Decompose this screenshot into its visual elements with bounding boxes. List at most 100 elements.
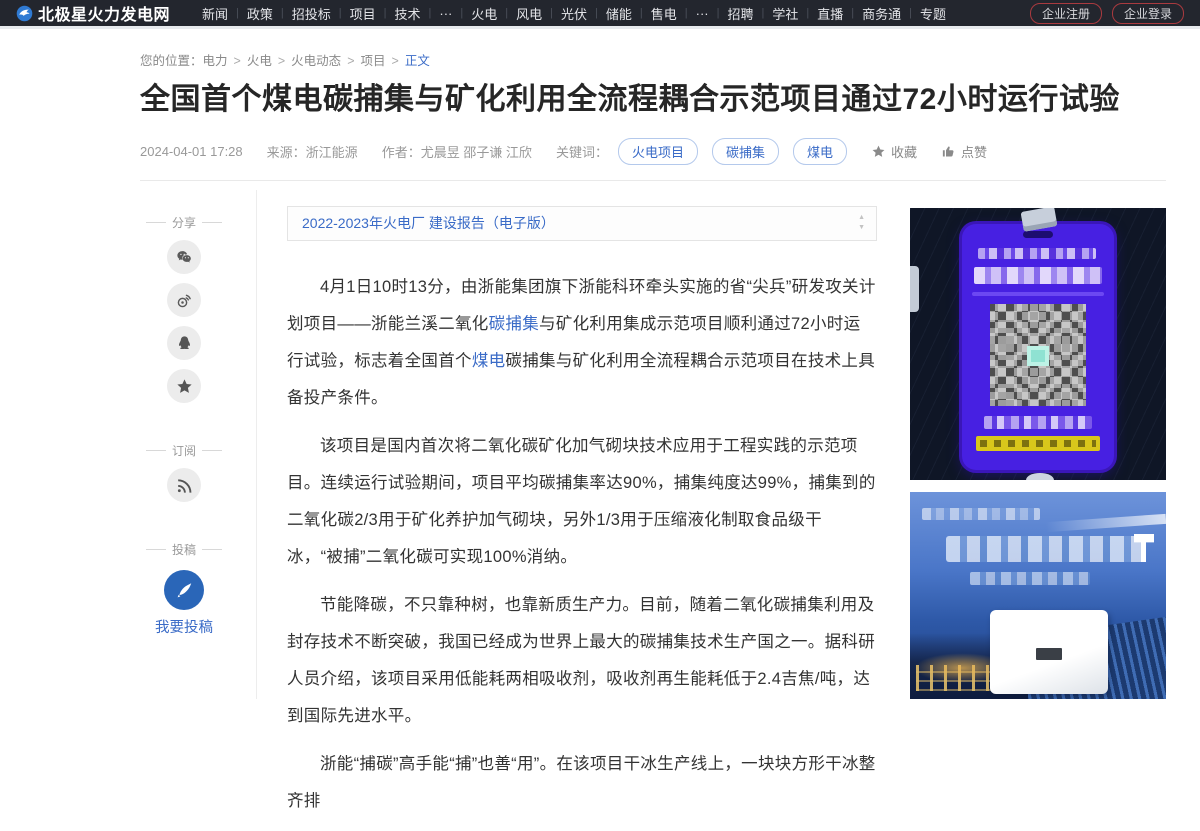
solar-inverter-banner[interactable]	[910, 492, 1166, 699]
main-nav: 新闻|政策|招投标|项目|技术|···|火电|风电|光伏|储能|售电|···|招…	[194, 4, 1022, 23]
banner-side-tab-graphic	[910, 266, 919, 312]
article-paragraph: 节能降碳，不只靠种树，也靠新质生产力。目前，随着二氧化碳捕集利用及封存技术不断突…	[287, 587, 877, 735]
qzone-star-icon	[175, 377, 194, 396]
nav-item-8[interactable]: 光伏	[553, 4, 595, 23]
dash-line	[202, 222, 222, 223]
keyword-tag[interactable]: 碳捕集	[712, 138, 779, 165]
article-paragraph: 该项目是国内首次将二氧化碳矿化加气砌块技术应用于工程实践的示范项目。连续运行试验…	[287, 428, 877, 576]
rail-divider	[256, 190, 257, 699]
collect-button[interactable]: 收藏	[871, 142, 917, 161]
pen-icon	[173, 579, 195, 601]
nav-item-15[interactable]: 商务通	[854, 4, 909, 23]
like-button[interactable]: 点赞	[941, 142, 987, 161]
keyword-tag[interactable]: 煤电	[793, 138, 847, 165]
inline-link[interactable]: 煤电	[472, 352, 506, 370]
inline-link[interactable]: 碳捕集	[489, 315, 539, 333]
rail-gap	[140, 511, 228, 533]
breadcrumb-link[interactable]: 项目	[361, 54, 386, 68]
breadcrumb-separator: >	[392, 54, 399, 68]
nav-item-0[interactable]: 新闻	[194, 4, 236, 23]
article-body: 4月1日10时13分，由浙能集团旗下浙能科环牵头实施的省“尖兵”研发攻关计划项目…	[287, 269, 877, 820]
ticker-down-icon[interactable]: ▼	[858, 223, 865, 233]
ticker-up-icon[interactable]: ▲	[858, 213, 865, 223]
dash-line	[202, 450, 222, 451]
breadcrumb-link[interactable]: 电力	[203, 54, 228, 68]
login-button[interactable]: 企业登录	[1112, 3, 1184, 24]
nav-item-6[interactable]: 火电	[463, 4, 505, 23]
site-logo[interactable]: 北极星火力发电网	[16, 1, 170, 25]
breadcrumb: 您的位置：电力>火电>火电动态>项目>正文	[140, 50, 430, 69]
nav-item-9[interactable]: 储能	[598, 4, 640, 23]
breadcrumb-link[interactable]: 火电动态	[291, 54, 341, 68]
dash-line	[146, 549, 166, 550]
rail-section-label: 投稿	[146, 541, 222, 558]
banner-bottom-tab-graphic	[1026, 473, 1054, 480]
inverter-device-graphic	[990, 610, 1108, 694]
keyword-tag[interactable]: 火电项目	[618, 138, 698, 165]
submit-article-link[interactable]: 我要投稿	[140, 616, 228, 637]
lanyard-qr-badge-banner[interactable]	[910, 208, 1166, 480]
dash-line	[146, 450, 166, 451]
breadcrumb-separator: >	[347, 54, 354, 68]
article-meta: 2024-04-01 17:28 来源：浙江能源 作者：尤晨昱 邵子谦 江欣 关…	[140, 138, 1011, 165]
pen-share-button[interactable]	[164, 570, 204, 610]
badge-card-graphic	[962, 224, 1114, 470]
auth-buttons: 企业注册 企业登录	[1030, 3, 1184, 24]
qzone-star-share-button[interactable]	[167, 369, 201, 403]
top-navigation-bar: 北极星火力发电网 新闻|政策|招投标|项目|技术|···|火电|风电|光伏|储能…	[0, 0, 1200, 26]
nav-item-13[interactable]: 学社	[764, 4, 806, 23]
nav-item-16[interactable]: 专题	[912, 4, 954, 23]
nav-item-11[interactable]: ···	[688, 6, 717, 21]
pixelated-text-row	[984, 416, 1092, 429]
pixelated-text-row	[978, 248, 1096, 259]
rail-gap	[140, 412, 228, 434]
weibo-icon	[175, 291, 194, 310]
polar-star-logo-icon	[16, 5, 33, 22]
nav-item-10[interactable]: 售电	[643, 4, 685, 23]
nav-item-1[interactable]: 政策	[239, 4, 281, 23]
nav-item-7[interactable]: 风电	[508, 4, 550, 23]
breadcrumb-separator: >	[278, 54, 285, 68]
badge-divider-graphic	[972, 292, 1104, 296]
qq-share-button[interactable]	[167, 326, 201, 360]
page-title: 全国首个煤电碳捕集与矿化利用全流程耦合示范项目通过72小时运行试验	[140, 82, 1155, 118]
breadcrumb-link[interactable]: 火电	[247, 54, 272, 68]
rail-section-label: 分享	[146, 214, 222, 231]
paragraph-text: 该项目是国内首次将二氧化碳矿化加气砌块技术应用于工程实践的示范项目。连续运行试验…	[287, 437, 876, 566]
dash-line	[202, 549, 222, 550]
site-name: 北极星火力发电网	[38, 1, 170, 25]
pixelated-text-row	[970, 572, 1090, 585]
source: 来源：浙江能源	[267, 142, 358, 161]
rss-share-button[interactable]	[167, 468, 201, 502]
nav-item-3[interactable]: 项目	[342, 4, 384, 23]
report-ticker-link[interactable]: 2022-2023年火电厂 建设报告（电子版）	[302, 215, 555, 231]
topbar-shadow-strip	[0, 26, 1200, 29]
nav-item-5[interactable]: ···	[431, 6, 460, 21]
ticker-scroll-arrows[interactable]: ▲ ▼	[858, 213, 865, 233]
dash-line	[146, 222, 166, 223]
paragraph-text: 节能降碳，不只靠种树，也靠新质生产力。目前，随着二氧化碳捕集利用及封存技术不断突…	[287, 596, 875, 725]
publish-date: 2024-04-01 17:28	[140, 144, 243, 159]
pixelated-headline-row	[946, 536, 1146, 562]
pixelated-text-row	[922, 508, 1040, 520]
paragraph-text: 浙能“捕碳”高手能“捕”也善“用”。在该项目干冰生产线上，一块块方形干冰整齐排	[287, 755, 876, 810]
star-icon	[871, 144, 886, 159]
nav-item-14[interactable]: 直播	[809, 4, 851, 23]
nav-item-12[interactable]: 招聘	[719, 4, 761, 23]
qr-code-graphic	[990, 304, 1086, 406]
wechat-icon	[175, 248, 194, 267]
breadcrumb-items: 电力>火电>火电动态>项目>正文	[203, 54, 430, 68]
share-rail: 分享订阅投稿我要投稿	[140, 206, 228, 637]
rail-section-label: 订阅	[146, 442, 222, 459]
qq-icon	[175, 334, 194, 353]
nav-item-2[interactable]: 招投标	[284, 4, 339, 23]
nav-item-4[interactable]: 技术	[387, 4, 429, 23]
keywords-label: 关键词：	[556, 142, 608, 161]
register-button[interactable]: 企业注册	[1030, 3, 1102, 24]
report-ticker: 2022-2023年火电厂 建设报告（电子版） ▲ ▼	[287, 206, 877, 241]
yellow-caption-bar	[976, 436, 1100, 451]
wechat-share-button[interactable]	[167, 240, 201, 274]
article-paragraph: 4月1日10时13分，由浙能集团旗下浙能科环牵头实施的省“尖兵”研发攻关计划项目…	[287, 269, 877, 417]
pixelated-text-row	[974, 267, 1102, 284]
weibo-share-button[interactable]	[167, 283, 201, 317]
